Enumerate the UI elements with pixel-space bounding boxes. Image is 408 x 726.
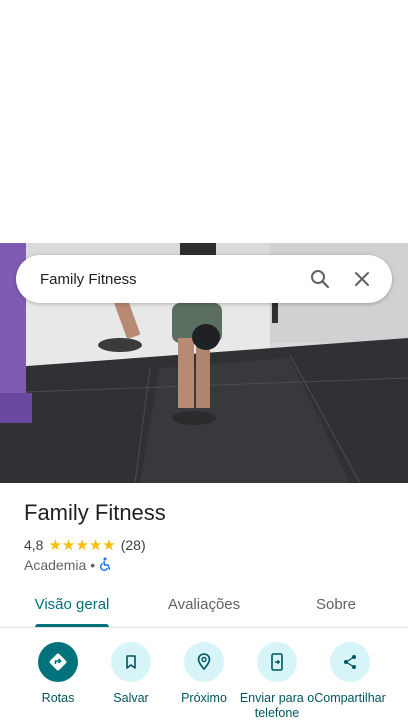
bookmark-icon [111,642,151,682]
directions-label: Rotas [41,691,75,705]
send-to-phone-button[interactable]: Enviar para o telefone [239,642,315,721]
star-icon: ★ [75,536,89,554]
place-name: Family Fitness [24,500,166,525]
directions-button[interactable]: Rotas [20,642,96,706]
place-category: Academia [24,557,87,573]
share-label: Compartilhar [314,691,386,705]
rating-row[interactable]: 4,8 ★ ★ ★ ★ ★ (28) [24,536,146,554]
send-to-phone-icon [257,642,297,682]
wheelchair-accessible-icon [99,557,113,574]
save-label: Salvar [113,691,149,705]
search-icon[interactable] [304,263,336,295]
active-tab-indicator [35,624,109,627]
review-count[interactable]: (28) [121,537,146,553]
nearby-icon [184,642,224,682]
nearby-button[interactable]: Próximo [166,642,242,706]
category-row: Academia • [24,556,113,574]
nearby-label: Próximo [181,691,227,705]
share-button[interactable]: Compartilhar [312,642,388,706]
search-bar[interactable]: Family Fitness [16,255,392,303]
star-icon: ★ [88,536,103,554]
close-icon[interactable] [346,263,378,295]
share-icon [330,642,370,682]
star-icon: ★ [61,536,76,554]
search-input[interactable]: Family Fitness [40,271,294,288]
separator-dot: • [90,557,96,573]
send-to-phone-label: Enviar para o telefone [239,691,315,720]
save-button[interactable]: Salvar [93,642,169,706]
directions-icon [38,642,78,682]
tab-overview[interactable]: Visão geral [20,582,124,627]
star-icon: ★ [102,536,116,554]
rating-value: 4,8 [24,537,44,553]
tab-reviews[interactable]: Avaliações [150,582,258,627]
star-icon: ★ [48,536,62,554]
place-tabs: Visão geral Avaliações Sobre [0,582,408,628]
tab-about[interactable]: Sobre [290,582,382,627]
action-buttons-row: Rotas Salvar Próximo Enviar para o telef… [0,642,408,726]
rating-stars: ★ ★ ★ ★ ★ [48,538,115,553]
